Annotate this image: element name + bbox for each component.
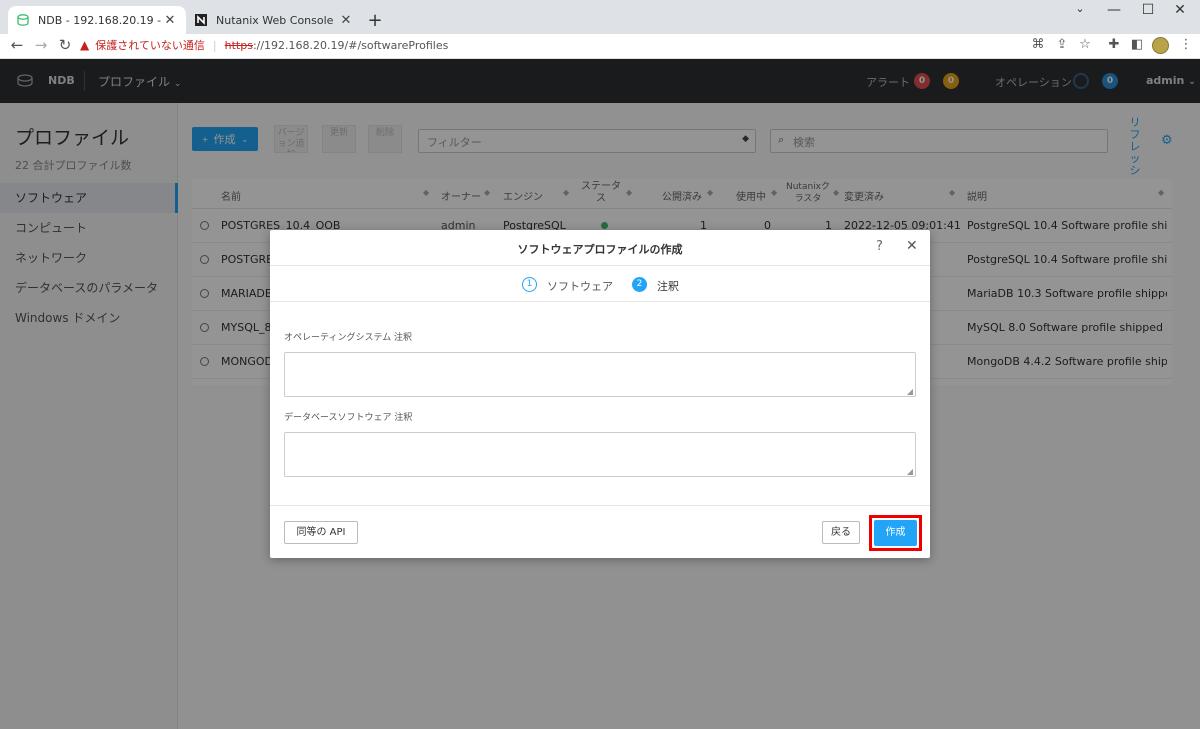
browser-tab-title: NDB - 192.168.20.19 - プロファイル (38, 14, 162, 27)
create-submit-button[interactable]: 作成 (874, 520, 917, 546)
forward-arrow-icon[interactable]: → (32, 36, 50, 54)
tab-search-icon[interactable]: ⌄ (1070, 2, 1090, 15)
url-path: ://192.168.20.19/#/softwareProfiles (252, 38, 449, 52)
extensions-icon[interactable]: ✚ (1106, 37, 1122, 52)
equivalent-api-button[interactable]: 同等の API (284, 521, 358, 544)
browser-toolbar: ← → ↻ ▲ 保護されていない通信 | https ://192.168.20… (0, 34, 1200, 58)
wizard-steps: 1 ソフトウェア 2 注釈 (270, 266, 930, 302)
minimize-icon[interactable]: — (1104, 2, 1124, 18)
db-notes-label: データベースソフトウェア 注釈 (284, 413, 413, 423)
step-2-number: 2 (632, 277, 647, 292)
reload-icon[interactable]: ↻ (56, 36, 74, 54)
browser-tabstrip: NDB - 192.168.20.19 - プロファイル ✕ Nutanix W… (0, 0, 1200, 34)
resize-grip-icon[interactable]: ◢ (907, 467, 913, 476)
back-button[interactable]: 戻る (822, 521, 860, 544)
address-bar[interactable]: ▲ 保護されていない通信 | https ://192.168.20.19/#/… (80, 34, 1010, 56)
new-tab-icon[interactable]: + (366, 10, 384, 31)
dialog-title: ソフトウェアプロファイルの作成 (517, 243, 683, 256)
os-notes-label: オペレーティングシステム 注釈 (284, 333, 413, 343)
browser-tab-nutanix[interactable]: Nutanix Web Console ✕ (186, 6, 362, 34)
profile-avatar[interactable] (1152, 37, 1169, 54)
close-icon[interactable]: ✕ (338, 13, 354, 28)
resize-grip-icon[interactable]: ◢ (907, 387, 913, 396)
maximize-icon[interactable]: ☐ (1138, 2, 1158, 18)
close-icon[interactable]: ✕ (906, 238, 918, 254)
close-icon[interactable]: ✕ (162, 13, 178, 28)
step-2-label: 注釈 (657, 280, 679, 293)
warning-icon: ▲ (80, 38, 90, 52)
step-1-label[interactable]: ソフトウェア (547, 278, 613, 294)
security-label: 保護されていない通信 (95, 39, 205, 52)
address-divider: | (212, 38, 217, 52)
database-icon (16, 13, 30, 27)
db-notes-textarea[interactable]: ◢ (284, 432, 916, 477)
nutanix-logo-icon (194, 13, 208, 27)
browser-tab-ndb[interactable]: NDB - 192.168.20.19 - プロファイル ✕ (8, 6, 186, 34)
back-arrow-icon[interactable]: ← (8, 36, 26, 54)
help-icon[interactable]: ? (876, 239, 883, 254)
window-close-icon[interactable]: ✕ (1170, 2, 1190, 18)
url-scheme: https (224, 38, 253, 52)
create-software-profile-dialog: ソフトウェアプロファイルの作成 ? ✕ 1 ソフトウェア 2 注釈 オペレーティ… (270, 230, 930, 558)
browser-tab-title: Nutanix Web Console (216, 13, 334, 27)
translate-icon[interactable]: ⌘ (1030, 37, 1046, 52)
share-icon[interactable]: ⇪ (1054, 37, 1070, 52)
bookmark-star-icon[interactable]: ☆ (1077, 37, 1093, 52)
dialog-footer: 同等の API 戻る 作成 (270, 505, 930, 558)
dialog-header: ソフトウェアプロファイルの作成 ? ✕ (270, 230, 930, 266)
step-1-number[interactable]: 1 (522, 277, 537, 292)
sidepanel-icon[interactable]: ◧ (1129, 37, 1145, 52)
os-notes-textarea[interactable]: ◢ (284, 352, 916, 397)
kebab-menu-icon[interactable]: ⋮ (1178, 37, 1194, 52)
